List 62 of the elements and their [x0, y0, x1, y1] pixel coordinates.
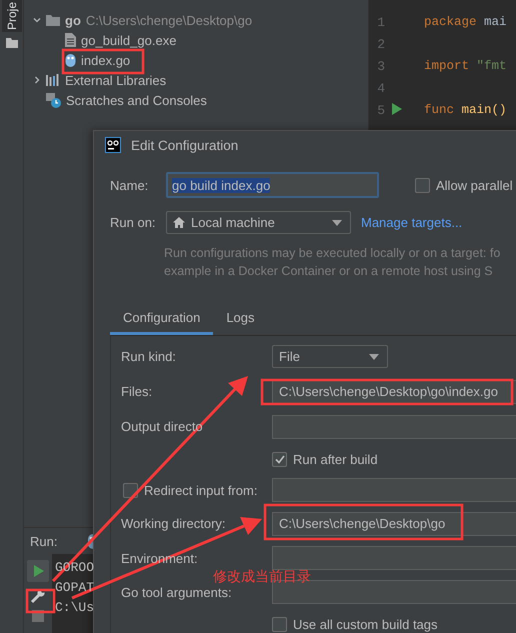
tree-item[interactable]: go [65, 12, 81, 28]
go-logo-icon [105, 137, 121, 153]
run-panel-title: Run: [30, 534, 58, 548]
annotation-text: 修改成当前目录 [213, 568, 311, 586]
tab[interactable]: Configuration [110, 304, 214, 335]
dropdown-arrow-icon [332, 220, 342, 226]
run-kind-dropdown[interactable]: File [272, 345, 388, 368]
tree-item[interactable]: Scratches and Consoles [66, 92, 207, 108]
scratches-icon [46, 92, 61, 108]
dialog-title: Edit Configuration [131, 138, 238, 152]
line-number: 1 [376, 14, 385, 30]
folder-path: C:\Users\chenge\Desktop\go [86, 12, 252, 28]
chevron-down-icon[interactable] [33, 16, 41, 24]
field-label: Run on: [110, 215, 157, 230]
chevron-right-icon[interactable] [33, 76, 41, 84]
name-field[interactable]: go build index.go [166, 172, 379, 198]
folder-icon [46, 14, 60, 26]
console-line: GOPAT [54, 580, 94, 595]
checkbox[interactable] [415, 178, 430, 192]
tree-item[interactable]: go_build_go.exe [81, 32, 176, 48]
run-on-dropdown[interactable]: Local machine [166, 211, 351, 234]
tree-item[interactable]: index.go [81, 52, 130, 68]
checkbox-label: Run after build [293, 452, 378, 466]
checkbox-label: Use all custom build tags [293, 616, 438, 632]
checkbox[interactable] [272, 452, 287, 466]
input-field[interactable]: C:\Users\chenge\Desktop\go [272, 512, 516, 536]
field-label: Run kind: [121, 349, 176, 364]
code-line: func main() [424, 103, 507, 117]
libraries-icon [46, 74, 60, 86]
run-icon[interactable] [392, 103, 402, 115]
folder-icon [6, 38, 18, 48]
field-label: Working directory: [121, 516, 226, 531]
input-field[interactable] [272, 546, 516, 570]
line-number: 3 [376, 58, 385, 74]
field-label: Name: [110, 178, 150, 192]
highlight-box [26, 588, 56, 614]
checkbox[interactable] [123, 482, 138, 498]
tab[interactable]: Logs [213, 304, 268, 335]
file-icon [65, 33, 76, 47]
project-tab[interactable]: Proje [2, 0, 22, 32]
input-field[interactable]: C:\Users\chenge\Desktop\go\index.go [272, 380, 516, 404]
console-line: C:\Us [54, 600, 94, 615]
tree-item[interactable]: External Libraries [65, 72, 166, 88]
gopher-icon [65, 53, 76, 67]
line-number: 2 [376, 36, 385, 52]
code-line: import "fmt [424, 59, 507, 73]
check-icon [274, 454, 284, 464]
input-field[interactable] [272, 414, 516, 438]
dropdown-arrow-icon [369, 354, 379, 360]
manage-targets-link[interactable]: Manage targets... [361, 215, 462, 230]
input-field[interactable] [272, 478, 516, 502]
checkbox[interactable] [272, 616, 287, 632]
code-line: package mai [424, 15, 507, 29]
line-number: 5 [376, 102, 385, 118]
home-icon [173, 217, 185, 228]
checkbox-label: Redirect input from: [144, 482, 258, 498]
field-label: Go tool arguments: [121, 584, 232, 600]
line-number: 4 [376, 80, 385, 96]
description-text: Run configurations may be executed locally or on a target: fo example in a Docker Container or on a remote host using S [163, 245, 502, 280]
field-label: Files: [121, 384, 152, 399]
checkbox-label: Allow parallel [436, 178, 513, 192]
run-icon[interactable] [26, 560, 49, 582]
